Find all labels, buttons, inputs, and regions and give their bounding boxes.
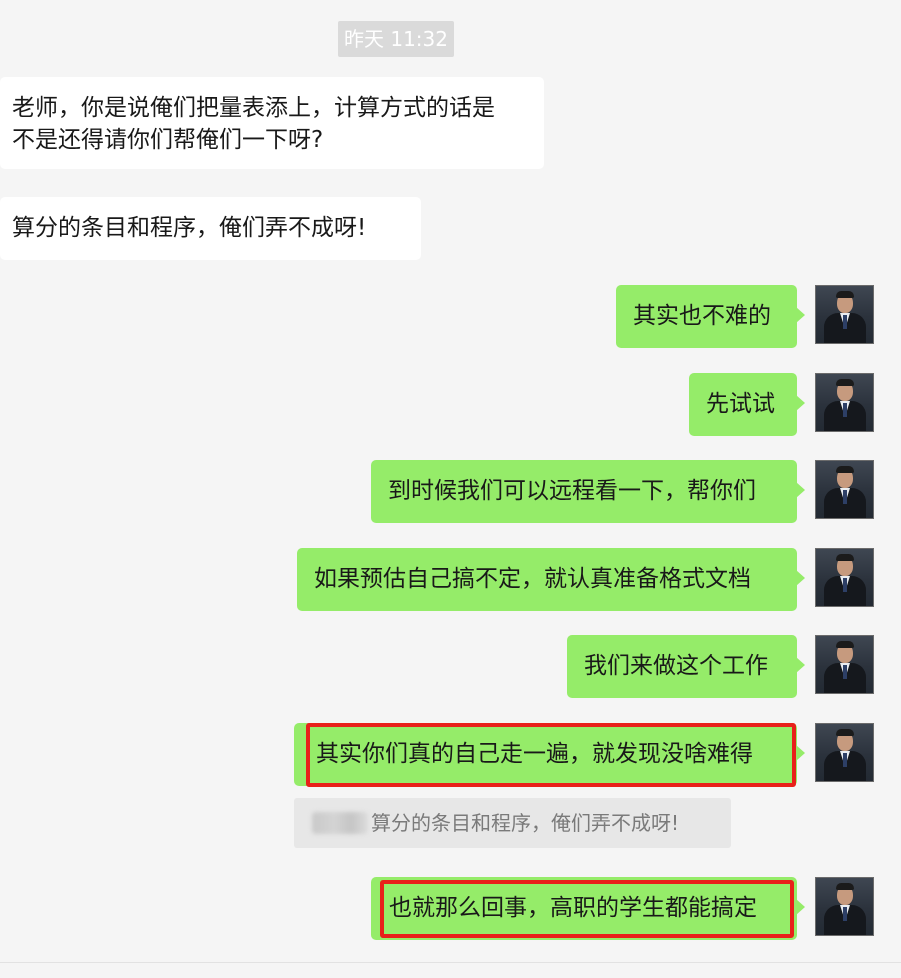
incoming-message[interactable]: 算分的条目和程序，俺们弄不成呀! [0, 197, 421, 260]
incoming-message[interactable]: 老师，你是说俺们把量表添上，计算方式的话是 不是还得请你们帮俺们一下呀? [0, 77, 544, 169]
avatar-icon[interactable] [815, 460, 874, 519]
message-text: 其实也不难的 [633, 303, 771, 329]
avatar-icon[interactable] [815, 548, 874, 607]
message-text-line: 老师，你是说俺们把量表添上，计算方式的话是 [12, 95, 495, 121]
outgoing-message[interactable]: 到时候我们可以远程看一下，帮你们 [371, 460, 805, 523]
avatar-icon[interactable] [815, 877, 874, 936]
chat-window: 昨天 11:32 老师，你是说俺们把量表添上，计算方式的话是 不是还得请你们帮俺… [0, 0, 901, 978]
quoted-text: 算分的条目和程序，俺们弄不成呀! [371, 811, 680, 835]
outgoing-message[interactable]: 我们来做这个工作 [567, 635, 805, 698]
message-text: 也就那么回事，高职的学生都能搞定 [389, 895, 757, 921]
blurred-sender-name [312, 812, 368, 834]
outgoing-message[interactable]: 其实也不难的 [616, 285, 805, 348]
outgoing-message-highlighted[interactable]: 也就那么回事，高职的学生都能搞定 [371, 877, 805, 940]
outgoing-message-highlighted[interactable]: 其实你们真的自己走一遍，就发现没啥难得 [294, 723, 805, 786]
message-text: 先试试 [706, 391, 775, 417]
message-text: 算分的条目和程序，俺们弄不成呀! [12, 215, 367, 241]
avatar-icon[interactable] [815, 635, 874, 694]
message-text: 我们来做这个工作 [584, 653, 768, 679]
divider [0, 962, 901, 963]
outgoing-message[interactable]: 如果预估自己搞不定，就认真准备格式文档 [297, 548, 805, 611]
timestamp-badge: 昨天 11:32 [338, 21, 454, 57]
avatar-icon[interactable] [815, 285, 874, 344]
message-text-line: 不是还得请你们帮俺们一下呀? [12, 127, 324, 153]
message-text: 其实你们真的自己走一遍，就发现没啥难得 [316, 741, 753, 767]
avatar-icon[interactable] [815, 723, 874, 782]
quoted-reply[interactable]: 算分的条目和程序，俺们弄不成呀! [294, 798, 731, 848]
message-text: 到时候我们可以远程看一下，帮你们 [388, 478, 756, 504]
message-text: 如果预估自己搞不定，就认真准备格式文档 [314, 566, 751, 592]
outgoing-message[interactable]: 先试试 [689, 373, 805, 436]
avatar-icon[interactable] [815, 373, 874, 432]
